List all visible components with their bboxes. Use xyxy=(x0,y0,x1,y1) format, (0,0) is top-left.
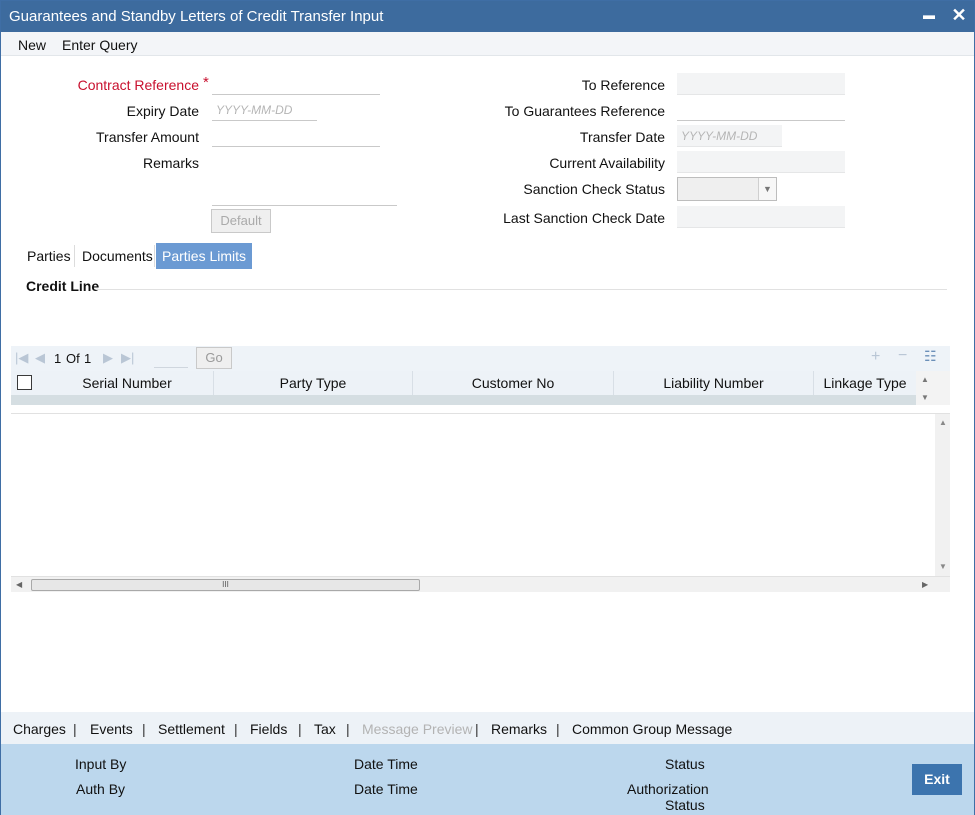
remarks-textarea[interactable] xyxy=(212,151,397,206)
grid-header: Serial Number Party Type Customer No Lia… xyxy=(11,371,916,395)
list-view-icon[interactable]: ☷ xyxy=(924,348,937,365)
current-availability-input[interactable] xyxy=(677,151,845,173)
exit-button[interactable]: Exit xyxy=(912,764,962,795)
section-divider xyxy=(96,289,947,290)
link-tax[interactable]: Tax xyxy=(314,721,336,737)
sanction-check-status-label: Sanction Check Status xyxy=(523,181,665,197)
column-header-linkage-type[interactable]: Linkage Type xyxy=(814,371,916,395)
column-header-liability-number[interactable]: Liability Number xyxy=(614,371,814,395)
first-page-icon[interactable]: |◀ xyxy=(15,350,28,366)
contract-reference-label: Contract Reference xyxy=(41,77,199,93)
menu-enter-query[interactable]: Enter Query xyxy=(62,37,137,53)
tab-parties[interactable]: Parties xyxy=(21,243,77,269)
authorization-label: Authorization xyxy=(627,781,709,797)
grid-toolbar: |◀ ◀ 1 Of 1 ▶ ▶| Go + − ☷ xyxy=(11,346,950,371)
close-icon[interactable]: ✕ xyxy=(949,5,969,25)
dialog-window: Guarantees and Standby Letters of Credit… xyxy=(0,0,975,815)
scroll-right-icon[interactable]: ▶ xyxy=(922,580,928,589)
prev-page-icon[interactable]: ◀ xyxy=(35,350,45,366)
to-reference-input[interactable] xyxy=(677,73,845,95)
tab-divider xyxy=(154,245,155,267)
link-separator: | xyxy=(298,721,302,737)
link-separator: | xyxy=(73,721,77,737)
go-button[interactable]: Go xyxy=(196,347,232,369)
transfer-date-input[interactable] xyxy=(677,125,782,147)
expiry-date-label: Expiry Date xyxy=(126,103,199,119)
link-charges[interactable]: Charges xyxy=(13,721,66,737)
delete-row-icon[interactable]: − xyxy=(898,347,907,365)
next-page-icon[interactable]: ▶ xyxy=(103,350,113,366)
link-separator: | xyxy=(475,721,479,737)
audit-footer: Input By Auth By Date Time Date Time Sta… xyxy=(1,744,974,815)
link-separator: | xyxy=(234,721,238,737)
column-header-customer-no[interactable]: Customer No xyxy=(413,371,614,395)
input-date-time-label: Date Time xyxy=(354,756,418,772)
tab-divider xyxy=(74,245,75,267)
default-button[interactable]: Default xyxy=(211,209,271,233)
grid-header-strip xyxy=(11,395,916,405)
menu-new[interactable]: New xyxy=(18,37,46,53)
to-guarantees-reference-input[interactable] xyxy=(677,99,845,121)
last-page-icon[interactable]: ▶| xyxy=(121,350,134,366)
auth-by-label: Auth By xyxy=(76,781,126,797)
link-separator: | xyxy=(346,721,350,737)
section-title: Credit Line xyxy=(26,278,100,294)
transfer-amount-input[interactable] xyxy=(212,125,380,147)
authorization-status-label: Status xyxy=(665,797,705,813)
add-row-icon[interactable]: + xyxy=(871,348,880,366)
link-common-group-message[interactable]: Common Group Message xyxy=(572,721,732,737)
header-scrollbar[interactable]: ▲ ▼ xyxy=(916,371,950,405)
pager-of-label: Of xyxy=(66,351,80,366)
tab-documents[interactable]: Documents xyxy=(76,243,159,269)
chevron-down-icon[interactable]: ▼ xyxy=(758,178,776,200)
scroll-down-icon[interactable]: ▼ xyxy=(939,562,947,571)
pager-total: 1 xyxy=(84,351,92,366)
bottom-link-bar: Charges | Events | Settlement | Fields |… xyxy=(1,712,974,744)
link-fields[interactable]: Fields xyxy=(250,721,287,737)
input-by-label: Input By xyxy=(75,756,127,772)
scroll-down-icon[interactable]: ▼ xyxy=(921,393,929,402)
minimize-icon[interactable]: ▬ xyxy=(919,5,939,25)
to-guarantees-reference-label: To Guarantees Reference xyxy=(504,103,665,119)
link-remarks[interactable]: Remarks xyxy=(491,721,547,737)
remarks-label: Remarks xyxy=(142,155,199,171)
scrollbar-thumb[interactable]: III xyxy=(31,579,420,591)
window-title: Guarantees and Standby Letters of Credit… xyxy=(9,8,384,25)
contract-reference-label-text: Contract Reference xyxy=(77,77,199,93)
transfer-date-label: Transfer Date xyxy=(579,129,665,145)
link-events[interactable]: Events xyxy=(90,721,133,737)
status-label: Status xyxy=(665,756,705,772)
scroll-up-icon[interactable]: ▲ xyxy=(921,375,929,384)
link-separator: | xyxy=(142,721,146,737)
page-number-input[interactable] xyxy=(154,348,188,368)
vertical-scrollbar[interactable]: ▲ ▼ xyxy=(935,414,950,576)
link-message-preview: Message Preview xyxy=(362,721,473,737)
contract-reference-input[interactable] xyxy=(212,73,380,95)
link-settlement[interactable]: Settlement xyxy=(158,721,225,737)
last-sanction-check-date-input[interactable] xyxy=(677,206,845,228)
to-reference-label: To Reference xyxy=(581,77,665,93)
menu-bar: New Enter Query xyxy=(1,32,974,56)
title-bar: Guarantees and Standby Letters of Credit… xyxy=(1,1,974,32)
horizontal-scrollbar[interactable]: ◀ III ▶ xyxy=(11,576,950,592)
column-header-serial-number[interactable]: Serial Number xyxy=(41,371,214,395)
current-availability-label: Current Availability xyxy=(549,155,665,171)
last-sanction-check-date-label: Last Sanction Check Date xyxy=(503,210,665,226)
scroll-up-icon[interactable]: ▲ xyxy=(939,418,947,427)
auth-date-time-label: Date Time xyxy=(354,781,418,797)
select-all-checkbox[interactable] xyxy=(17,375,32,390)
link-separator: | xyxy=(556,721,560,737)
transfer-amount-label: Transfer Amount xyxy=(96,129,199,145)
grid-body xyxy=(11,413,950,591)
scroll-left-icon[interactable]: ◀ xyxy=(16,580,22,589)
tab-parties-limits[interactable]: Parties Limits xyxy=(156,243,253,269)
pager-current: 1 xyxy=(54,351,62,366)
column-header-party-type[interactable]: Party Type xyxy=(214,371,413,395)
required-marker: * xyxy=(203,74,209,91)
sanction-check-status-select[interactable]: ▼ xyxy=(677,177,777,201)
expiry-date-input[interactable] xyxy=(212,99,317,121)
